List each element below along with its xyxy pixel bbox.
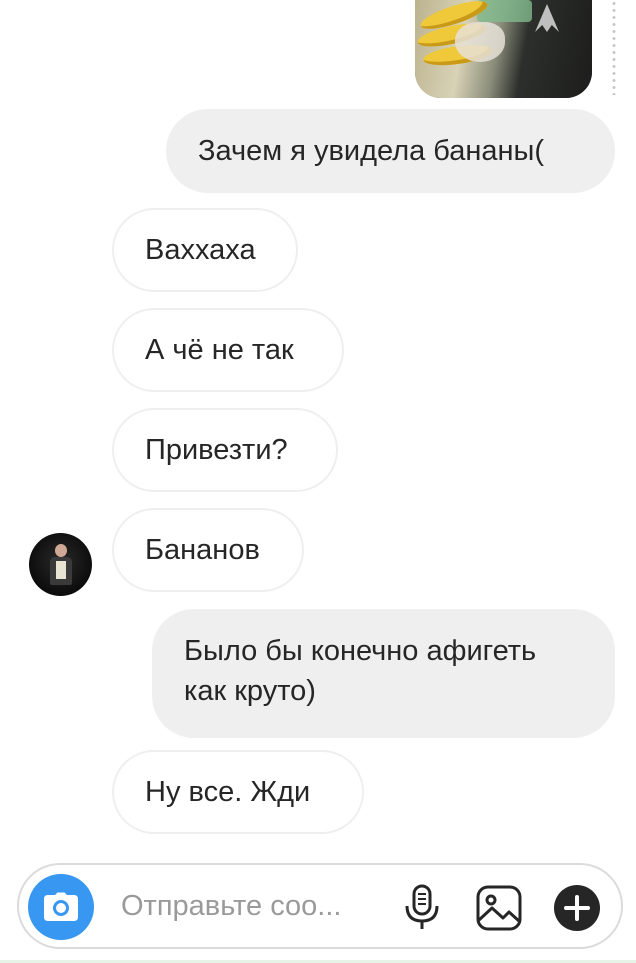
outgoing-message-bubble[interactable]: Было бы конечно афигеть как круто) — [152, 609, 615, 738]
more-options-button[interactable] — [552, 883, 602, 933]
incoming-message-bubble[interactable]: Привезти? — [112, 408, 338, 492]
photo-hand — [455, 22, 505, 62]
message-text: Было бы конечно афигеть как круто) — [184, 635, 537, 707]
incoming-message-bubble[interactable]: А чё не так — [112, 308, 344, 392]
message-text: Ваххаха — [145, 234, 256, 266]
message-composer — [17, 863, 623, 949]
camera-icon — [44, 892, 78, 921]
shared-photo-message[interactable] — [415, 0, 592, 98]
gallery-button[interactable] — [474, 883, 524, 933]
message-text: А чё не так — [145, 334, 294, 366]
scroll-indicator — [610, 0, 618, 95]
voice-message-button[interactable] — [397, 883, 447, 933]
avatar-figure-head — [55, 544, 67, 557]
incoming-message-bubble[interactable]: Бананов — [112, 508, 304, 592]
message-text: Бананов — [145, 534, 260, 566]
camera-button[interactable] — [28, 874, 94, 940]
message-text: Привезти? — [145, 434, 288, 466]
gallery-icon — [476, 885, 522, 931]
avatar-figure-sign — [56, 561, 66, 579]
incoming-message-bubble[interactable]: Ну все. Жди — [112, 750, 364, 834]
message-text: Ну все. Жди — [145, 776, 311, 808]
plus-icon — [554, 885, 600, 931]
contact-avatar[interactable] — [29, 533, 92, 596]
outgoing-message-bubble[interactable]: Зачем я увидела бананы( — [166, 109, 615, 193]
microphone-icon — [405, 884, 439, 929]
message-thread: Зачем я увидела бананы( Ваххаха А чё не … — [0, 0, 636, 850]
incoming-message-bubble[interactable]: Ваххаха — [112, 208, 298, 292]
message-input[interactable] — [121, 883, 376, 929]
message-text: Зачем я увидела бананы( — [198, 135, 545, 167]
